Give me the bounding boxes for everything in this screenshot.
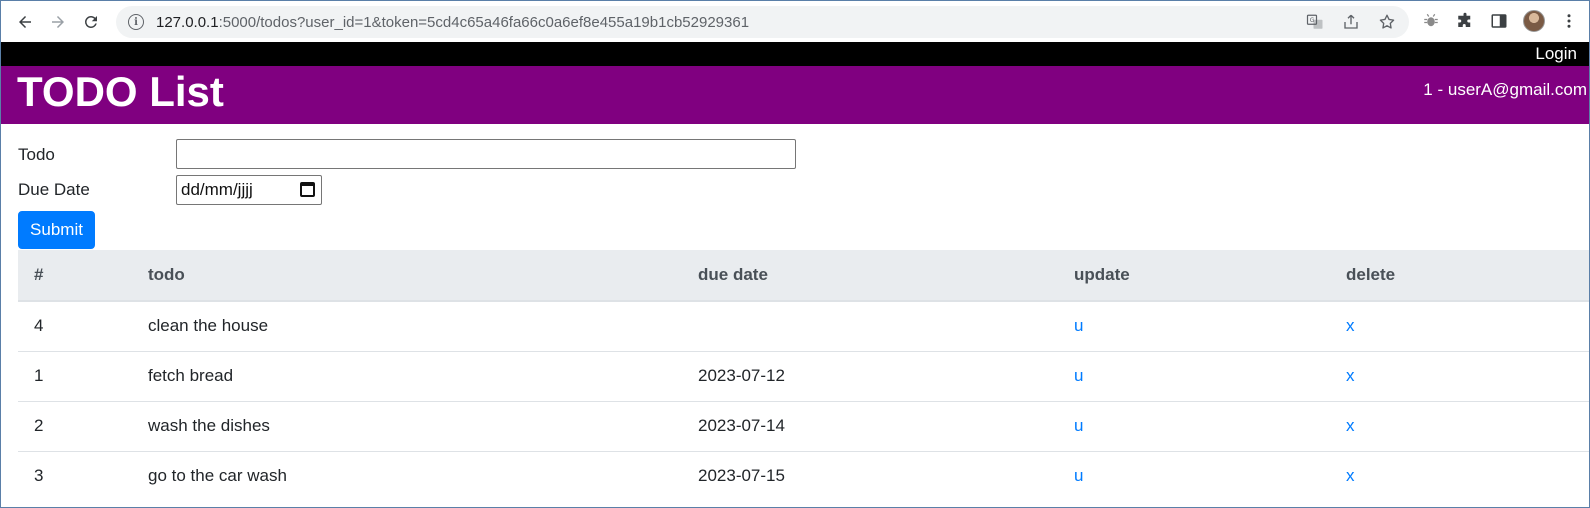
reload-icon[interactable] [79, 10, 103, 34]
calendar-icon[interactable] [300, 182, 315, 197]
table-header-row: # todo due date update delete [18, 250, 1589, 302]
delete-link[interactable]: x [1346, 416, 1355, 435]
delete-link[interactable]: x [1346, 466, 1355, 485]
side-panel-icon[interactable] [1489, 10, 1509, 32]
update-link[interactable]: u [1074, 416, 1083, 435]
share-icon[interactable] [1341, 12, 1361, 32]
todo-table: # todo due date update delete 4 clean th… [18, 250, 1589, 501]
more-menu-icon[interactable] [1559, 10, 1579, 32]
submit-button[interactable]: Submit [18, 211, 95, 249]
cell-id: 3 [18, 450, 132, 501]
update-link[interactable]: u [1074, 466, 1083, 485]
url-text[interactable]: 127.0.0.1:5000/todos?user_id=1&token=5cd… [156, 14, 749, 31]
cell-due-date: 2023-07-15 [682, 450, 1058, 501]
cell-due-date: 2023-07-14 [682, 400, 1058, 451]
forward-arrow-icon[interactable] [46, 10, 70, 34]
translate-icon[interactable]: G [1305, 12, 1325, 32]
cell-id: 2 [18, 400, 132, 451]
table-row: 4 clean the house u x [18, 301, 1589, 351]
update-link[interactable]: u [1074, 316, 1083, 335]
app-topbar: Login [1, 42, 1589, 66]
cell-due-date: 2023-07-12 [682, 350, 1058, 401]
column-header-due-date: due date [682, 250, 1058, 302]
cell-update: u [1058, 350, 1330, 401]
avatar[interactable] [1523, 10, 1545, 32]
cell-todo: go to the car wash [132, 450, 682, 501]
browser-toolbar: i 127.0.0.1:5000/todos?user_id=1&token=5… [1, 1, 1589, 42]
cell-delete: x [1330, 350, 1589, 401]
table-row: 1 fetch bread 2023-07-12 u x [18, 350, 1589, 401]
cell-todo: fetch bread [132, 350, 682, 401]
todo-input[interactable] [176, 139, 796, 169]
cell-update: u [1058, 400, 1330, 451]
delete-link[interactable]: x [1346, 366, 1355, 385]
login-link[interactable]: Login [1535, 44, 1577, 64]
due-date-input[interactable]: dd/mm/jjjj [176, 175, 322, 205]
puzzle-extensions-icon[interactable] [1455, 10, 1475, 32]
cell-todo: wash the dishes [132, 400, 682, 451]
cell-id: 1 [18, 350, 132, 401]
page-title: TODO List [17, 68, 224, 115]
back-arrow-icon[interactable] [13, 10, 37, 34]
update-link[interactable]: u [1074, 366, 1083, 385]
cell-delete: x [1330, 400, 1589, 451]
cell-id: 4 [34, 316, 44, 336]
delete-link[interactable]: x [1346, 316, 1355, 335]
address-bar[interactable]: i 127.0.0.1:5000/todos?user_id=1&token=5… [116, 6, 1409, 38]
cell-update: u [1058, 301, 1330, 351]
column-header-todo: todo [132, 250, 682, 302]
table-row: 2 wash the dishes 2023-07-14 u x [18, 400, 1589, 451]
due-date-placeholder: dd/mm/jjjj [181, 180, 253, 199]
column-header-update: update [1058, 250, 1330, 302]
app-header: TODO List 1 - userA@gmail.com [1, 66, 1589, 124]
column-header-delete: delete [1330, 250, 1589, 302]
star-icon[interactable] [1377, 12, 1397, 32]
cell-due-date [682, 301, 1058, 351]
user-info: 1 - userA@gmail.com [1423, 80, 1587, 99]
todo-label: Todo [18, 145, 55, 164]
cell-delete: x [1330, 450, 1589, 501]
table-row: 3 go to the car wash 2023-07-15 u x [18, 450, 1589, 501]
cell-delete: x [1330, 301, 1589, 351]
cell-todo: clean the house [148, 316, 269, 336]
site-info-icon[interactable]: i [128, 14, 144, 30]
svg-text:G: G [1310, 17, 1315, 24]
due-date-label: Due Date [18, 180, 90, 199]
cell-update: u [1058, 450, 1330, 501]
bug-extension-icon[interactable] [1421, 10, 1441, 32]
column-header-id: # [18, 250, 132, 302]
